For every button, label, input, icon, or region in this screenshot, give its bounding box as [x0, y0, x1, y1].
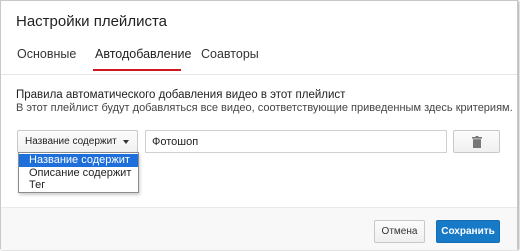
- active-tab-indicator: [93, 69, 181, 71]
- condition-select[interactable]: Название содержит: [17, 130, 138, 153]
- rules-description: В этот плейлист будут добавляться все ви…: [16, 102, 513, 114]
- tab-bar: Основные Автодобавление Соавторы: [1, 47, 517, 73]
- dialog-title: Настройки плейлиста: [16, 13, 167, 30]
- save-button[interactable]: Сохранить: [436, 220, 500, 243]
- chevron-down-icon: [123, 140, 129, 144]
- cancel-button[interactable]: Отмена: [374, 220, 425, 243]
- tab-divider: [1, 74, 517, 75]
- tab-auto-add[interactable]: Автодобавление: [95, 47, 191, 67]
- dropdown-option-title-contains[interactable]: Название содержит: [19, 154, 138, 167]
- tab-basic[interactable]: Основные: [17, 47, 76, 67]
- dropdown-option-tag[interactable]: Тег: [19, 179, 138, 192]
- rules-heading: Правила автоматического добавления видео…: [16, 89, 346, 101]
- condition-select-label: Название содержит: [25, 136, 117, 147]
- tab-collaborators[interactable]: Соавторы: [201, 47, 259, 67]
- condition-dropdown-list: Название содержит Описание содержит Тег: [18, 152, 139, 193]
- delete-rule-button[interactable]: [453, 130, 500, 153]
- trash-icon: [472, 136, 482, 148]
- playlist-settings-dialog: Настройки плейлиста Основные Автодобавле…: [0, 0, 518, 250]
- criteria-value-input[interactable]: [145, 130, 447, 153]
